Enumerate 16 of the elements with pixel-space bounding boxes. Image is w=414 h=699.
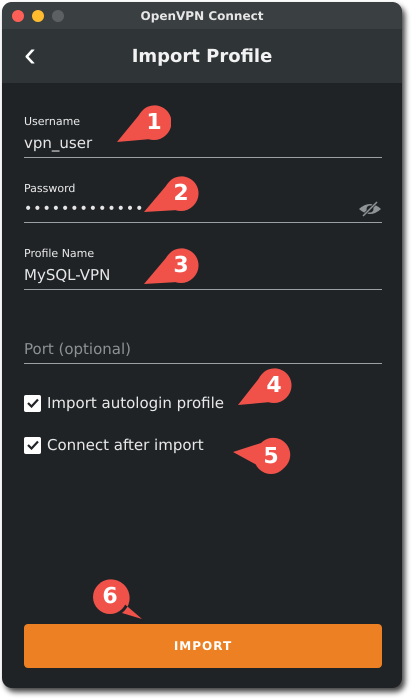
window-title: OpenVPN Connect bbox=[140, 8, 264, 22]
checkbox-label: Connect after import bbox=[47, 436, 204, 454]
close-button[interactable] bbox=[12, 10, 24, 22]
hidden-eye-icon[interactable] bbox=[358, 201, 382, 217]
field-label: Password bbox=[24, 182, 76, 195]
checkbox-label: Import autologin profile bbox=[47, 394, 224, 412]
checkbox[interactable] bbox=[24, 394, 41, 412]
input-field[interactable]: Port (optional) bbox=[24, 340, 382, 358]
checkbox[interactable] bbox=[24, 436, 41, 454]
field-label: Profile Name bbox=[24, 247, 94, 260]
page-title: Import Profile bbox=[132, 46, 272, 66]
field-label: Username bbox=[24, 115, 80, 128]
input-field[interactable]: vpn_user bbox=[24, 134, 382, 152]
back-button[interactable]: ‹ bbox=[18, 39, 42, 69]
password-field[interactable]: ••••••••••••• bbox=[24, 201, 358, 217]
minimize-button[interactable] bbox=[32, 10, 44, 22]
